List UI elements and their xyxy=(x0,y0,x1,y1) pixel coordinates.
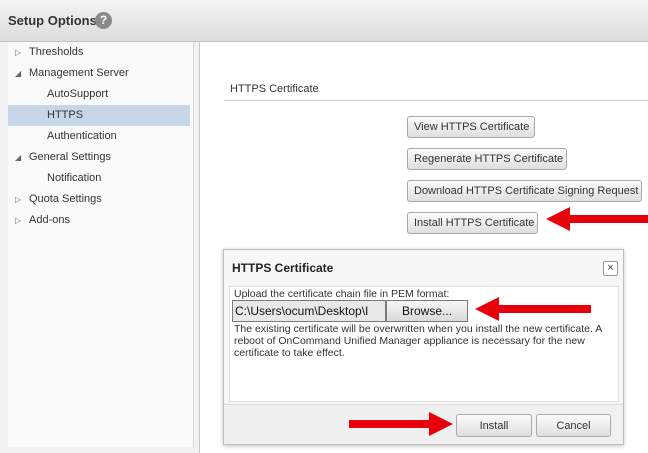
sidebar-item-https[interactable]: HTTPS xyxy=(8,105,190,126)
collapse-arrow-icon[interactable]: ◢ xyxy=(15,63,25,84)
sidebar: ▷ Thresholds ◢ Management Server AutoSup… xyxy=(0,42,200,453)
sidebar-item-label: General Settings xyxy=(29,151,111,163)
setup-tree: ▷ Thresholds ◢ Management Server AutoSup… xyxy=(8,42,194,447)
dialog-title: HTTPS Certificate xyxy=(232,261,334,275)
sidebar-item-label: Thresholds xyxy=(29,46,84,58)
sidebar-item-authentication[interactable]: Authentication xyxy=(8,126,190,147)
regenerate-certificate-button[interactable]: Regenerate HTTPS Certificate xyxy=(407,148,567,170)
expand-arrow-icon[interactable]: ▷ xyxy=(15,189,25,210)
annotation-arrow-icon xyxy=(546,207,648,231)
sidebar-item-label: Authentication xyxy=(47,130,117,142)
upload-label: Upload the certificate chain file in PEM… xyxy=(234,288,450,300)
expand-arrow-icon[interactable]: ▷ xyxy=(15,42,25,63)
cancel-button[interactable]: Cancel xyxy=(536,414,611,437)
collapse-arrow-icon[interactable]: ◢ xyxy=(15,147,25,168)
sidebar-item-autosupport[interactable]: AutoSupport xyxy=(8,84,190,105)
file-path-input[interactable]: C:\Users\ocum\Desktop\I xyxy=(232,300,386,322)
sidebar-item-label: HTTPS xyxy=(47,109,84,121)
view-certificate-button[interactable]: View HTTPS Certificate xyxy=(407,116,535,138)
expand-arrow-icon[interactable]: ▷ xyxy=(15,210,25,231)
sidebar-item-general-settings[interactable]: ◢ General Settings xyxy=(8,147,190,168)
header-bar: Setup Options ? xyxy=(0,0,648,42)
sidebar-item-thresholds[interactable]: ▷ Thresholds xyxy=(8,42,190,63)
sidebar-item-add-ons[interactable]: ▷ Add-ons xyxy=(8,210,190,231)
sidebar-item-management-server[interactable]: ◢ Management Server xyxy=(8,63,190,84)
download-csr-button[interactable]: Download HTTPS Certificate Signing Reque… xyxy=(407,180,642,202)
help-icon[interactable]: ? xyxy=(95,12,112,29)
overwrite-notice: The existing certificate will be overwri… xyxy=(234,323,602,359)
annotation-arrow-icon xyxy=(475,297,591,321)
annotation-arrow-icon xyxy=(349,412,453,436)
browse-button[interactable]: Browse... xyxy=(386,300,468,322)
sidebar-item-label: Notification xyxy=(47,172,102,184)
install-button[interactable]: Install xyxy=(456,414,532,437)
install-certificate-button[interactable]: Install HTTPS Certificate xyxy=(407,212,538,234)
sidebar-item-label: AutoSupport xyxy=(47,88,109,100)
sidebar-item-notification[interactable]: Notification xyxy=(8,168,190,189)
page-title: Setup Options xyxy=(8,13,97,28)
section-title: HTTPS Certificate xyxy=(230,83,319,95)
sidebar-item-quota-settings[interactable]: ▷ Quota Settings xyxy=(8,189,190,210)
sidebar-item-label: Quota Settings xyxy=(29,193,102,205)
sidebar-item-label: Management Server xyxy=(29,67,129,79)
close-icon[interactable]: × xyxy=(603,261,618,276)
section-divider xyxy=(224,100,648,101)
sidebar-item-label: Add-ons xyxy=(29,214,70,226)
